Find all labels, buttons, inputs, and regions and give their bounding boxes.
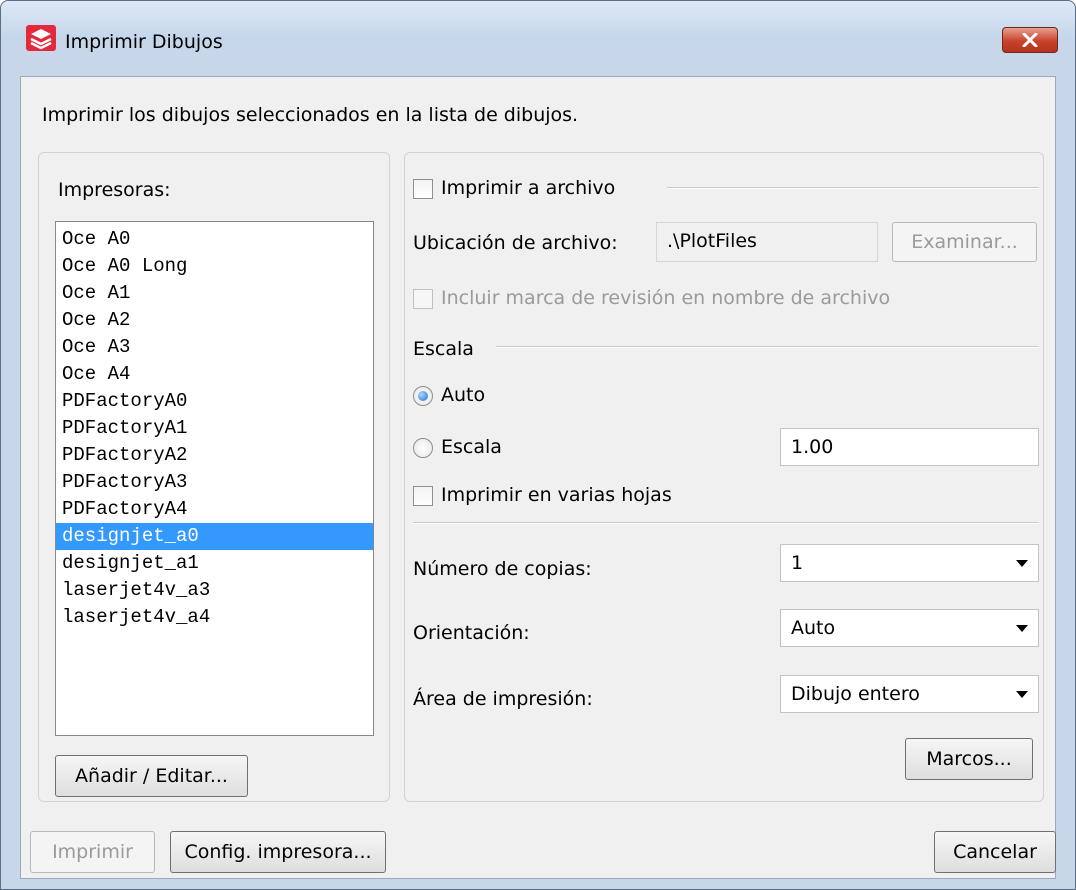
cancel-button[interactable]: Cancelar	[934, 831, 1056, 873]
print-button[interactable]: Imprimir	[30, 831, 155, 873]
printer-list-item[interactable]: PDFactoryA0	[56, 388, 373, 415]
print-to-file-separator	[667, 187, 1039, 189]
printer-list-item[interactable]: designjet_a0	[56, 523, 373, 550]
printer-list-item[interactable]: Oce A0 Long	[56, 253, 373, 280]
printer-list-item[interactable]: PDFactoryA2	[56, 442, 373, 469]
add-edit-button[interactable]: Añadir / Editar...	[55, 755, 248, 797]
chevron-down-icon	[1016, 691, 1028, 698]
printer-list-item[interactable]: Oce A1	[56, 280, 373, 307]
print-area-select[interactable]: Dibujo entero	[780, 675, 1039, 713]
printer-list-item[interactable]: PDFactoryA3	[56, 469, 373, 496]
scale-auto-label[interactable]: Auto	[441, 384, 485, 406]
title-bar[interactable]: Imprimir Dibujos	[1, 1, 1075, 53]
multi-sheet-label[interactable]: Imprimir en varias hojas	[441, 484, 672, 506]
print-to-file-checkbox[interactable]	[413, 179, 433, 199]
copies-label: Número de copias:	[413, 558, 592, 580]
printer-list-item[interactable]: designjet_a1	[56, 550, 373, 577]
orientation-select[interactable]: Auto	[780, 609, 1039, 647]
scale-custom-radio[interactable]	[413, 438, 433, 458]
close-icon	[1022, 33, 1038, 47]
scale-auto-radio[interactable]	[413, 386, 433, 406]
printers-list[interactable]: Oce A0 Oce A0 Long Oce A1 Oce A2 Oce A3 Oce A…	[55, 221, 374, 736]
scale-value-input[interactable]: 1.00	[780, 428, 1039, 466]
copies-select[interactable]: 1	[780, 544, 1039, 582]
print-area-value: Dibujo entero	[791, 683, 920, 705]
printer-list-item[interactable]: Oce A0	[56, 226, 373, 253]
orientation-label: Orientación:	[413, 622, 530, 644]
revision-mark-checkbox[interactable]	[413, 289, 433, 309]
frames-button[interactable]: Marcos...	[905, 738, 1033, 780]
file-location-field: .\PlotFiles	[656, 222, 878, 262]
close-button[interactable]	[1002, 27, 1058, 53]
printer-list-item[interactable]: laserjet4v_a4	[56, 604, 373, 631]
app-icon	[26, 25, 56, 51]
printer-list-item[interactable]: Oce A2	[56, 307, 373, 334]
scale-separator	[496, 346, 1039, 348]
print-area-label: Área de impresión:	[413, 688, 593, 710]
copies-value: 1	[791, 552, 804, 574]
scale-section-label: Escala	[413, 338, 474, 360]
printers-label: Impresoras:	[58, 179, 171, 201]
radio-selected-dot	[418, 391, 428, 401]
scale-custom-label[interactable]: Escala	[441, 436, 502, 458]
browse-button[interactable]: Examinar...	[892, 222, 1037, 262]
chevron-down-icon	[1016, 625, 1028, 632]
printer-list-item[interactable]: Oce A4	[56, 361, 373, 388]
orientation-value: Auto	[791, 617, 836, 639]
printer-list-item[interactable]: PDFactoryA1	[56, 415, 373, 442]
options-separator	[413, 522, 1039, 524]
printer-list-item[interactable]: PDFactoryA4	[56, 496, 373, 523]
printer-list-item[interactable]: Oce A3	[56, 334, 373, 361]
print-to-file-label[interactable]: Imprimir a archivo	[441, 177, 615, 199]
dialog-description: Imprimir los dibujos seleccionados en la…	[42, 104, 579, 126]
revision-mark-label[interactable]: Incluir marca de revisión en nombre de a…	[441, 287, 890, 309]
printer-config-button[interactable]: Config. impresora...	[170, 831, 386, 873]
multi-sheet-checkbox[interactable]	[413, 486, 433, 506]
window-title: Imprimir Dibujos	[65, 31, 223, 53]
chevron-down-icon	[1016, 560, 1028, 567]
file-location-label: Ubicación de archivo:	[413, 232, 618, 254]
printer-list-item[interactable]: laserjet4v_a3	[56, 577, 373, 604]
